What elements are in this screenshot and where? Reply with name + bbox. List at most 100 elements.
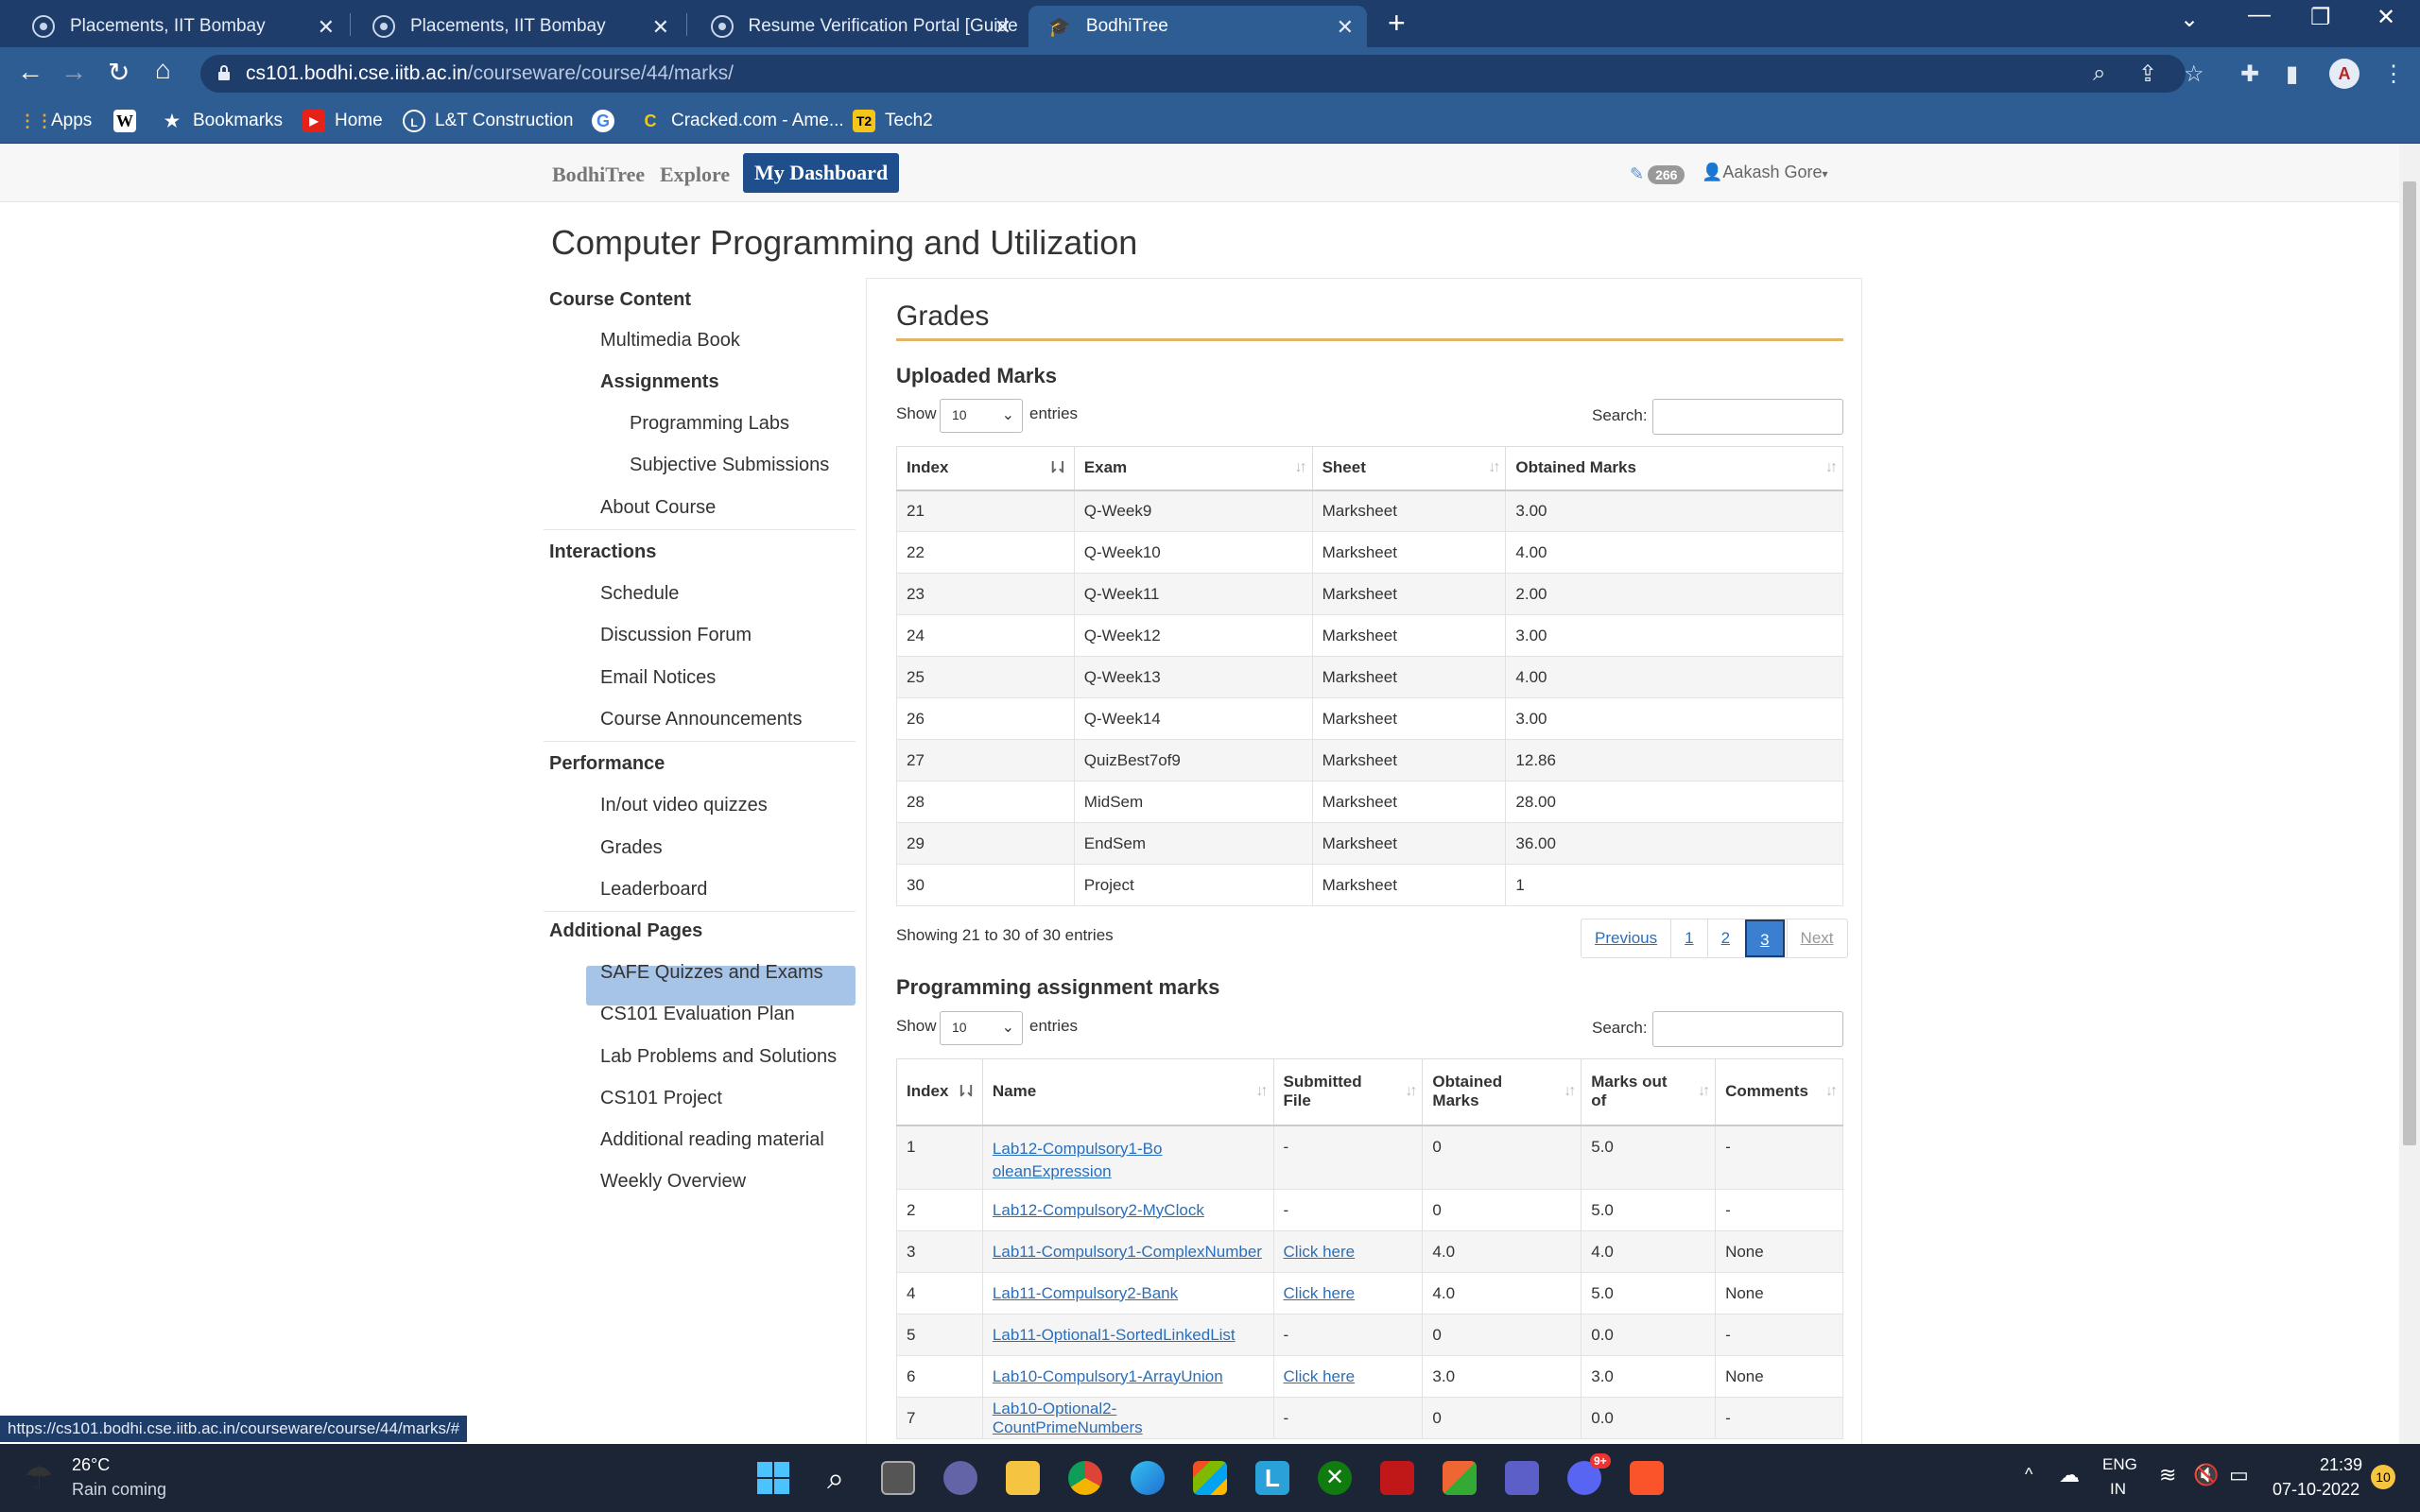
share-icon[interactable]: ⇪ [2138, 60, 2157, 88]
teams-chat-icon[interactable] [943, 1461, 977, 1495]
sidebar-item-lab-problems[interactable]: Lab Problems and Solutions [600, 1046, 837, 1068]
sidebar-item-schedule[interactable]: Schedule [600, 583, 679, 605]
bookmark-wikipedia[interactable]: W [113, 110, 146, 132]
pagination-page-3[interactable]: 3 [1745, 919, 1785, 957]
side-panel-icon[interactable]: ▮ [2286, 60, 2298, 88]
sidebar-heading-interactions[interactable]: Interactions [549, 541, 656, 563]
clock-date[interactable]: 07-10-2022 [2273, 1480, 2360, 1500]
points-badge[interactable]: ✎ 266 [1630, 164, 1685, 184]
column-header-name[interactable]: Name ↓↑ [981, 1058, 1274, 1126]
wifi-icon[interactable]: ≋ [2159, 1463, 2176, 1487]
sidebar-item-multimedia-book[interactable]: Multimedia Book [600, 330, 740, 352]
language-secondary[interactable]: IN [2110, 1480, 2126, 1499]
home-icon[interactable]: ⌂ [155, 55, 171, 85]
assignment-link[interactable]: Lab11-Compulsory1-ComplexNumber [993, 1243, 1262, 1261]
language-primary[interactable]: ENG [2102, 1455, 2137, 1474]
pagination-previous[interactable]: Previous [1582, 919, 1670, 957]
bookmark-cracked[interactable]: C Cracked.com - Ame... [639, 110, 844, 132]
assignment-link[interactable]: Lab12-Compulsory1-BooleanExpression [993, 1138, 1163, 1183]
mcafee-icon[interactable] [1380, 1461, 1414, 1495]
tab-search-chevron-icon[interactable]: ⌄ [2180, 6, 2199, 33]
column-header-sheet[interactable]: Sheet ↓↑ [1311, 446, 1506, 491]
bookmark-tech2[interactable]: T2 Tech2 [853, 110, 933, 132]
extensions-puzzle-icon[interactable]: ✚ [2240, 60, 2259, 88]
sidebar-item-safe-quizzes[interactable]: SAFE Quizzes and Exams [600, 962, 823, 984]
column-header-index[interactable]: Index ⇂⇃ [896, 446, 1075, 491]
column-header-obtained-marks[interactable]: Obtained Marks ↓↑ [1422, 1058, 1582, 1126]
page-size-select[interactable]: 10 ⌄ [940, 399, 1023, 433]
column-header-index[interactable]: Index ⇂⇃ [896, 1058, 983, 1126]
column-header-exam[interactable]: Exam ↓↑ [1073, 446, 1313, 491]
sidebar-item-evaluation-plan[interactable]: CS101 Evaluation Plan [600, 1004, 795, 1025]
minimize-button[interactable]: — [2248, 2, 2271, 28]
file-explorer-icon[interactable] [1006, 1461, 1040, 1495]
lock-icon[interactable] [217, 64, 231, 81]
sidebar-item-grades[interactable]: Grades [600, 837, 663, 859]
sidebar-item-email-notices[interactable]: Email Notices [600, 667, 716, 689]
tray-chevron-up-icon[interactable]: ^ [2025, 1465, 2032, 1485]
xbox-icon[interactable]: ✕ [1318, 1461, 1352, 1495]
umbrella-weather-icon[interactable]: ☂ [25, 1459, 53, 1497]
search-icon[interactable]: ⌕ [819, 1461, 853, 1495]
sidebar-item-additional-reading[interactable]: Additional reading material [600, 1129, 824, 1151]
clock-time[interactable]: 21:39 [2320, 1455, 2362, 1475]
my-dashboard-button[interactable]: My Dashboard [743, 153, 900, 193]
sidebar-heading-performance[interactable]: Performance [549, 753, 665, 775]
browser-tab-active[interactable]: 🎓 BodhiTree ✕ [1028, 6, 1367, 47]
edge-icon[interactable] [1131, 1461, 1165, 1495]
submitted-file-link[interactable]: Click here [1284, 1284, 1356, 1302]
forward-arrow-icon[interactable]: → [60, 57, 87, 87]
assignment-link[interactable]: Lab11-Compulsory2-Bank [993, 1284, 1178, 1302]
bookmark-home[interactable]: ▶ Home [302, 110, 383, 132]
assignment-link[interactable]: Lab10-Optional2-CountPrimeNumbers [993, 1400, 1143, 1436]
user-menu[interactable]: 👤Aakash Gore▾ [1702, 163, 1828, 182]
page-size-select[interactable]: 10 ⌄ [940, 1011, 1023, 1045]
office-icon[interactable] [1443, 1461, 1477, 1495]
scrollbar-thumb[interactable] [2403, 181, 2416, 1145]
pagination-page-2[interactable]: 2 [1706, 919, 1743, 957]
sidebar-item-course-announcements[interactable]: Course Announcements [600, 709, 802, 730]
column-header-submitted-file[interactable]: Submitted File ↓↑ [1272, 1058, 1423, 1126]
close-tab-icon[interactable]: ✕ [1337, 15, 1354, 40]
column-header-marks-out-of[interactable]: Marks out of ↓↑ [1581, 1058, 1716, 1126]
battery-icon[interactable]: ▭ [2229, 1463, 2249, 1487]
assignment-link[interactable]: Lab10-Compulsory1-ArrayUnion [993, 1367, 1223, 1385]
close-tab-icon[interactable]: ✕ [652, 15, 669, 40]
close-tab-icon[interactable]: ✕ [994, 15, 1011, 40]
teams-icon[interactable] [1505, 1461, 1539, 1495]
bookmark-bookmarks[interactable]: ★ Bookmarks [161, 110, 283, 132]
reload-icon[interactable]: ↻ [108, 57, 130, 88]
sidebar-item-discussion-forum[interactable]: Discussion Forum [600, 625, 752, 646]
pagination-page-1[interactable]: 1 [1670, 919, 1706, 957]
brand-link[interactable]: BodhiTree [552, 163, 645, 187]
sidebar-item-assignments[interactable]: Assignments [600, 371, 719, 393]
zoom-icon[interactable]: ⌕ [2093, 60, 2105, 87]
restore-button[interactable]: ❐ [2310, 4, 2331, 31]
browser-tab-3[interactable]: Resume Verification Portal [Guide ✕ [692, 6, 1025, 47]
close-window-button[interactable]: ✕ [2377, 4, 2395, 31]
store-icon[interactable] [1193, 1461, 1227, 1495]
new-tab-button[interactable]: + [1388, 6, 1406, 41]
column-header-obtained-marks[interactable]: Obtained Marks ↓↑ [1505, 446, 1843, 491]
submitted-file-link[interactable]: Click here [1284, 1243, 1356, 1261]
pagination-next[interactable]: Next [1786, 919, 1847, 957]
search-input[interactable] [1652, 399, 1843, 435]
url-text[interactable]: cs101.bodhi.cse.iitb.ac.in/courseware/co… [246, 62, 734, 85]
chrome-icon[interactable] [1068, 1461, 1102, 1495]
browser-tab-2[interactable]: Placements, IIT Bombay ✕ [354, 6, 683, 47]
l-app-icon[interactable]: L [1255, 1461, 1289, 1495]
sidebar-heading-course-content[interactable]: Course Content [549, 289, 691, 311]
sidebar-heading-additional-pages[interactable]: Additional Pages [549, 920, 702, 942]
sidebar-item-leaderboard[interactable]: Leaderboard [600, 879, 707, 901]
volume-muted-icon[interactable]: 🔇 [2193, 1463, 2219, 1487]
notification-count-badge[interactable]: 10 [2371, 1465, 2395, 1489]
sidebar-item-inout-video-quizzes[interactable]: In/out video quizzes [600, 795, 768, 816]
search-input[interactable] [1652, 1011, 1843, 1047]
submitted-file-link[interactable]: Click here [1284, 1367, 1356, 1385]
sidebar-item-weekly-overview[interactable]: Weekly Overview [600, 1171, 746, 1193]
bookmark-google[interactable]: G [592, 110, 624, 132]
assignment-link[interactable]: Lab12-Compulsory2-MyClock [993, 1201, 1204, 1219]
sidebar-item-cs101-project[interactable]: CS101 Project [600, 1088, 722, 1109]
sidebar-item-about-course[interactable]: About Course [600, 497, 716, 519]
column-header-comments[interactable]: Comments ↓↑ [1715, 1058, 1843, 1126]
